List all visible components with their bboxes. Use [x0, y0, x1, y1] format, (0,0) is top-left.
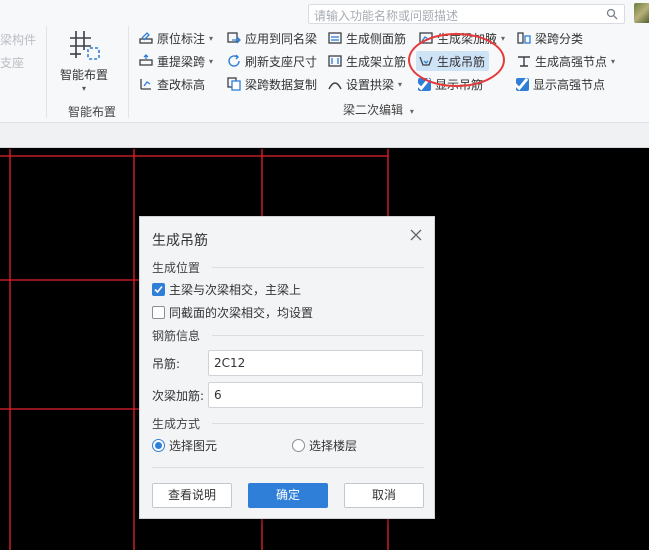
main-secondary-intersection-checkbox[interactable]: 主梁与次梁相交，主梁上 [152, 281, 301, 298]
radio-selected-icon [152, 439, 165, 452]
checkbox-checked-icon [152, 283, 165, 296]
chevron-down-icon[interactable]: ▾ [398, 80, 402, 89]
generate-erection-rebar-label: 生成架立筋 [346, 54, 407, 69]
checkbox-unchecked-icon [152, 306, 165, 319]
span-classification-icon [517, 32, 531, 44]
group-title-label: 梁二次编辑 [343, 103, 404, 117]
section-divider [212, 423, 424, 424]
smart-layout-icon [70, 31, 100, 60]
generate-hanger-rebar-dialog: 生成吊筋 生成位置 主梁与次梁相交，主梁上 同截面的次梁相交，均设置 钢筋信息 … [139, 216, 435, 519]
in-situ-annotation-button[interactable]: 原位标注 ▾ [138, 28, 213, 48]
chevron-down-icon[interactable]: ▾ [611, 57, 615, 66]
re-extract-span-icon [139, 54, 153, 66]
section-divider [212, 335, 424, 336]
chevron-down-icon[interactable]: ▾ [209, 34, 213, 43]
secondary-beam-stirrup-label: 次梁加筋: [152, 389, 205, 403]
generate-erection-rebar-button[interactable]: 生成架立筋 [327, 51, 406, 71]
hanger-rebar-input[interactable] [208, 350, 423, 376]
chevron-down-icon[interactable]: ▾ [501, 34, 505, 43]
view-help-button[interactable]: 查看说明 [152, 483, 232, 508]
group-divider [128, 26, 129, 118]
arch-beam-icon [328, 82, 342, 90]
copy-span-data-label: 梁跨数据复制 [245, 77, 318, 92]
chevron-down-icon[interactable]: ▾ [209, 57, 213, 66]
re-extract-span-button[interactable]: 重提梁跨 ▾ [138, 51, 213, 71]
generate-high-strength-node-label: 生成高强节点 [535, 54, 608, 69]
select-floor-radio[interactable]: 选择楼层 [292, 437, 357, 454]
erection-rebar-icon [328, 55, 342, 67]
footer-divider [152, 467, 424, 468]
cancel-button[interactable]: 取消 [344, 483, 424, 508]
same-section-intersection-checkbox[interactable]: 同截面的次梁相交，均设置 [152, 304, 313, 321]
avatar[interactable] [634, 3, 649, 23]
section-title-method: 生成方式 [152, 417, 201, 431]
in-situ-annotation-label: 原位标注 [157, 31, 206, 46]
ok-button[interactable]: 确定 [248, 483, 328, 508]
check-elevation-label: 查改标高 [157, 77, 206, 92]
tab-strip [0, 123, 649, 148]
group-title-beam-secondary-edit[interactable]: 梁二次编辑 ▾ [343, 101, 414, 118]
check-elevation-icon [140, 79, 151, 90]
smart-layout-button[interactable]: 智能布置 ▾ [56, 28, 112, 98]
same-section-label: 同截面的次梁相交，均设置 [169, 306, 314, 320]
ribbon-toolbar: 请输入功能名称或问题描述 梁构件 支座 智能布置 ▾ 智能布置 原位标注 ▾ 重… [0, 0, 649, 123]
smart-layout-label: 智能布置 [59, 68, 108, 82]
search-icon[interactable] [606, 8, 618, 20]
section-title-position: 生成位置 [152, 261, 201, 275]
chevron-down-icon: ▾ [409, 107, 414, 116]
apply-same-name-beam-button[interactable]: 应用到同名梁 [226, 28, 317, 48]
apply-same-name-label: 应用到同名梁 [245, 31, 318, 46]
copy-icon [227, 77, 241, 91]
section-divider [212, 267, 424, 268]
show-high-strength-node-label: 显示高强节点 [533, 77, 606, 92]
ribbon-item-support[interactable]: 支座 [0, 54, 24, 71]
generate-side-rebar-button[interactable]: 生成侧面筋 [327, 28, 406, 48]
span-classification-label: 梁跨分类 [535, 31, 584, 46]
group-title-smart-layout: 智能布置 [68, 105, 117, 119]
search-placeholder: 请输入功能名称或问题描述 [314, 9, 459, 23]
radio-unselected-icon [292, 439, 305, 452]
re-extract-span-label: 重提梁跨 [157, 54, 206, 69]
set-arch-beam-button[interactable]: 设置拱梁 ▾ [327, 74, 402, 94]
in-situ-annotation-icon [139, 32, 153, 44]
copy-span-data-button[interactable]: 梁跨数据复制 [226, 74, 317, 94]
select-element-label: 选择图元 [169, 439, 218, 453]
highlight-ring [408, 33, 505, 87]
generate-side-rebar-label: 生成侧面筋 [346, 31, 407, 46]
apply-same-name-icon [227, 32, 241, 44]
select-floor-label: 选择楼层 [309, 439, 358, 453]
ribbon-item-beam-member[interactable]: 梁构件 [0, 31, 36, 48]
section-title-rebar-info: 钢筋信息 [152, 329, 201, 343]
generate-high-strength-node-button[interactable]: 生成高强节点 ▾ [516, 51, 615, 71]
dialog-title: 生成吊筋 [152, 233, 208, 249]
close-icon[interactable] [408, 227, 424, 243]
side-rebar-icon [328, 32, 342, 44]
checkbox-checked-icon [513, 77, 529, 91]
span-classification-button[interactable]: 梁跨分类 [516, 28, 583, 48]
search-input[interactable]: 请输入功能名称或问题描述 [308, 4, 625, 24]
secondary-beam-stirrup-input[interactable] [208, 382, 423, 408]
refresh-support-size-button[interactable]: 刷新支座尺寸 [226, 51, 317, 71]
group-divider [46, 26, 47, 118]
refresh-icon [228, 54, 240, 67]
check-elevation-button[interactable]: 查改标高 [138, 74, 205, 94]
select-element-radio[interactable]: 选择图元 [152, 437, 217, 454]
show-high-strength-node-checkbox[interactable]: 显示高强节点 [513, 74, 606, 94]
refresh-support-size-label: 刷新支座尺寸 [245, 54, 318, 69]
chevron-down-icon: ▾ [81, 84, 86, 93]
high-strength-node-icon [518, 56, 530, 67]
hanger-rebar-label: 吊筋: [152, 357, 181, 371]
set-arch-beam-label: 设置拱梁 [346, 77, 395, 92]
main-secondary-label: 主梁与次梁相交，主梁上 [169, 283, 302, 297]
